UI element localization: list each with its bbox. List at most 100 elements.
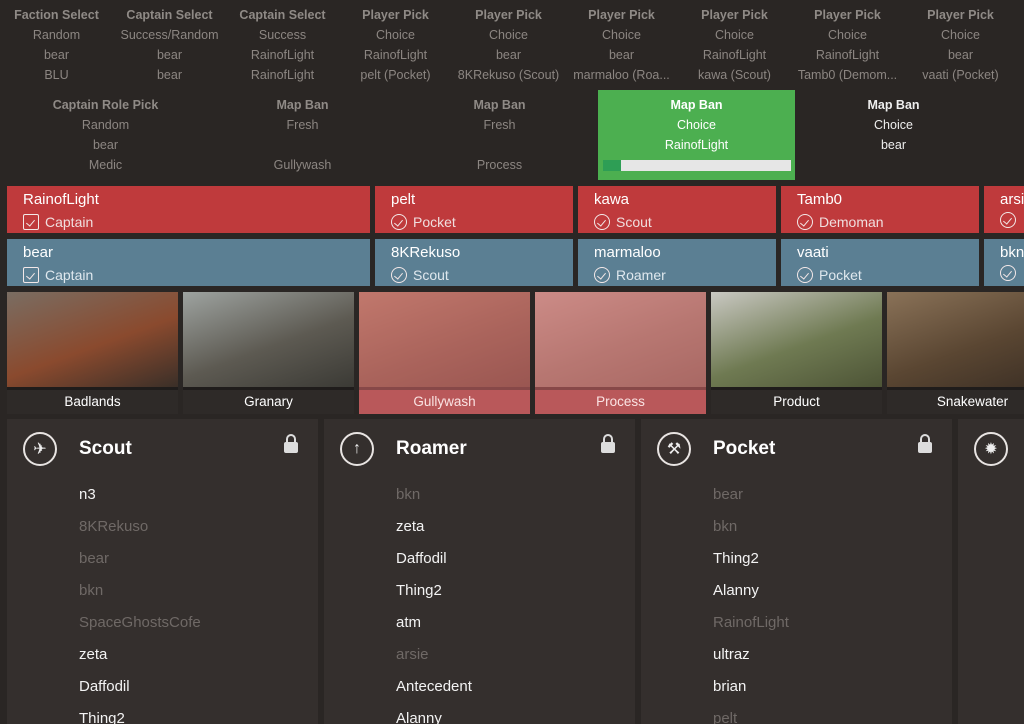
team-slot[interactable]: vaati Pocket xyxy=(781,239,979,286)
draft-step: Captain Role Pick Random bear Medic xyxy=(7,90,204,180)
team-slot[interactable]: RainofLight Captain xyxy=(7,186,370,233)
scout-icon xyxy=(594,214,610,230)
map-card[interactable]: Gullywash xyxy=(359,292,530,414)
draft-step-line: marmaloo (Roa... xyxy=(573,68,670,82)
map-card[interactable]: Badlands xyxy=(7,292,178,414)
player-list-item[interactable]: Daffodil xyxy=(396,543,635,575)
player-list-item[interactable]: n3 xyxy=(79,479,318,511)
player-list-item[interactable]: Alanny xyxy=(396,703,635,724)
class-title: Pocket xyxy=(713,438,776,459)
player-role: Pocket xyxy=(797,265,979,285)
draft-step-heading: Player Pick xyxy=(927,8,994,22)
draft-step-line: Choice xyxy=(874,118,913,132)
player-name: marmaloo xyxy=(594,244,661,261)
player-role-label: Scout xyxy=(413,267,449,283)
map-card[interactable]: Product xyxy=(711,292,882,414)
draft-step-line: RainofLight xyxy=(363,48,428,62)
player-name: pelt xyxy=(391,191,416,208)
player-name: 8KRekuso xyxy=(391,244,461,261)
draft-step: Player Pick Choice RainofLight Tamb0 (Demom… xyxy=(791,0,904,90)
map-thumbnail xyxy=(711,292,882,387)
demoman-icon xyxy=(797,214,813,230)
red-team-roster: RainofLight Captain pelt Pocket kawa Scout Tam… xyxy=(7,186,1024,233)
draft-step: Player Pick Choice RainofLight pelt (Pocket… xyxy=(339,0,452,90)
player-list-item[interactable]: Thing2 xyxy=(713,543,952,575)
scout-icon xyxy=(391,267,407,283)
clipboard-check-icon xyxy=(23,214,39,230)
draft-step-line xyxy=(204,135,401,155)
draft-step-line: Choice xyxy=(602,28,641,42)
player-role: Scout xyxy=(594,212,776,232)
map-card[interactable]: Granary xyxy=(183,292,354,414)
lock-icon[interactable] xyxy=(918,434,932,453)
draft-step-heading: Player Pick xyxy=(362,8,429,22)
team-slot[interactable]: marmaloo Roamer xyxy=(578,239,776,286)
draft-step-line: RainofLight xyxy=(664,138,729,152)
draft-step-line: Choice xyxy=(376,28,415,42)
draft-step-line: bear xyxy=(608,48,635,62)
player-list-item[interactable]: Thing2 xyxy=(396,575,635,607)
map-name: Product xyxy=(711,390,882,414)
team-slot[interactable]: bkn xyxy=(984,239,1024,286)
map-name: Gullywash xyxy=(359,390,530,414)
player-list-item[interactable]: ultraz xyxy=(713,639,952,671)
team-slot[interactable]: 8KRekuso Scout xyxy=(375,239,573,286)
map-pool: Badlands Granary Gullywash Process Product Sn… xyxy=(7,292,1024,414)
player-role-label: Pocket xyxy=(819,267,862,283)
scout-icon: ✈ xyxy=(23,432,57,466)
draft-step-line: pelt (Pocket) xyxy=(360,68,431,82)
draft-step-line: bear xyxy=(92,138,119,152)
player-list-item[interactable]: Antecedent xyxy=(396,671,635,703)
draft-step-line: bear xyxy=(947,48,974,62)
player-list-item[interactable]: Daffodil xyxy=(79,671,318,703)
draft-step-heading: Map Ban xyxy=(473,98,526,112)
draft-step-line: Choice xyxy=(489,28,528,42)
team-slot[interactable]: kawa Scout xyxy=(578,186,776,233)
blu-team-roster: bear Captain 8KRekuso Scout marmaloo Roamer va… xyxy=(7,239,1024,286)
draft-step-line xyxy=(401,135,598,155)
class-column-header: ✹ xyxy=(958,419,1024,479)
player-list-item[interactable]: Alanny xyxy=(713,575,952,607)
draft-step-line: 8KRekuso (Scout) xyxy=(457,68,560,82)
player-role xyxy=(1000,265,1024,281)
player-role-label: Pocket xyxy=(413,214,456,230)
team-slot[interactable]: arsi xyxy=(984,186,1024,233)
draft-step: Map Ban Choice bear xyxy=(795,90,992,180)
player-list-item[interactable]: Thing2 xyxy=(79,703,318,724)
draft-step-heading: Captain Select xyxy=(239,8,326,22)
pocket-icon: ⚒ xyxy=(657,432,691,466)
draft-step-line: Process xyxy=(476,158,523,172)
player-name: RainofLight xyxy=(23,191,99,208)
team-slot[interactable]: pelt Pocket xyxy=(375,186,573,233)
demoman-icon: ✹ xyxy=(974,432,1008,466)
team-slot[interactable]: bear Captain xyxy=(7,239,370,286)
draft-step-line: bear xyxy=(156,68,183,82)
draft-step-line: Choice xyxy=(715,28,754,42)
class-column: ✹ xyxy=(958,419,1024,724)
draft-step-line: RainofLight xyxy=(702,48,767,62)
player-role: Captain xyxy=(23,212,370,232)
draft-step: Map Ban Choice RainofLight xyxy=(598,90,795,180)
roamer-icon xyxy=(594,267,610,283)
draft-step-heading: Player Pick xyxy=(475,8,542,22)
pocket-icon xyxy=(797,267,813,283)
draft-step: Player Pick Choice bear 8KRekuso (Scout) xyxy=(452,0,565,90)
draft-history-row-1: Faction Select Random bear BLU Captain Selec… xyxy=(0,0,1024,90)
draft-step-line: Fresh xyxy=(286,118,319,132)
lock-icon[interactable] xyxy=(601,434,615,453)
map-card[interactable]: Snakewater xyxy=(887,292,1024,414)
player-list-item[interactable]: atm xyxy=(396,607,635,639)
team-slot[interactable]: Tamb0 Demoman xyxy=(781,186,979,233)
player-list-item[interactable]: brian xyxy=(713,671,952,703)
player-list-item[interactable]: zeta xyxy=(79,639,318,671)
draft-step-line: Random xyxy=(81,118,130,132)
draft-step-line: Choice xyxy=(941,28,980,42)
draft-step-line: Success xyxy=(258,28,307,42)
lock-icon[interactable] xyxy=(284,434,298,453)
class-player-pools: ✈ Scout n3 8KRekuso bear bkn SpaceGhostsCofe ze… xyxy=(7,419,1024,724)
player-role: Demoman xyxy=(797,212,979,232)
map-card[interactable]: Process xyxy=(535,292,706,414)
draft-step-heading: Player Pick xyxy=(588,8,655,22)
player-role-label: Captain xyxy=(45,267,94,283)
player-list-item[interactable]: zeta xyxy=(396,511,635,543)
